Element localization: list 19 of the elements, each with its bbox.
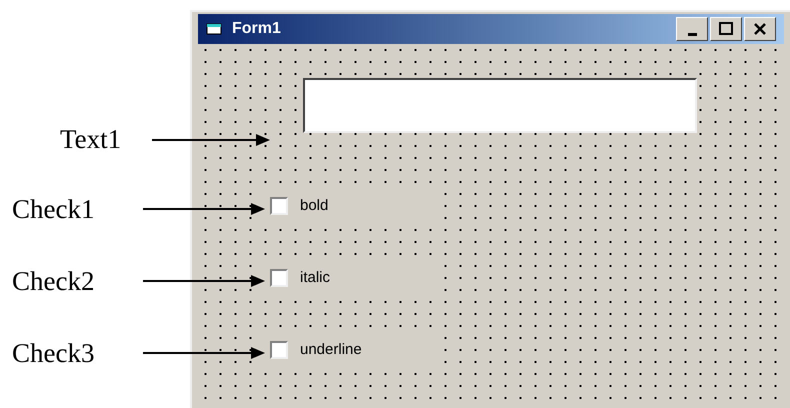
annotation-label: Check1	[12, 196, 94, 223]
text-field[interactable]	[303, 78, 697, 133]
maximize-button[interactable]	[710, 17, 742, 41]
annotation-label: Check3	[12, 340, 94, 367]
checkbox-box[interactable]	[270, 197, 288, 215]
minimize-button[interactable]	[676, 17, 708, 41]
maximize-icon	[718, 22, 734, 36]
window-title: Form1	[232, 19, 281, 39]
annotation-label: Text1	[60, 126, 122, 153]
minimize-icon	[688, 32, 696, 36]
close-button[interactable]	[744, 17, 776, 41]
checkbox-label: italic	[300, 268, 330, 288]
form-icon	[206, 21, 224, 37]
checkbox-label: bold	[300, 196, 328, 216]
checkbox-box[interactable]	[270, 341, 288, 359]
close-icon	[752, 22, 768, 36]
checkbox-box[interactable]	[270, 269, 288, 287]
annotation-label: Check2	[12, 268, 94, 295]
checkbox-label: underline	[300, 340, 362, 360]
